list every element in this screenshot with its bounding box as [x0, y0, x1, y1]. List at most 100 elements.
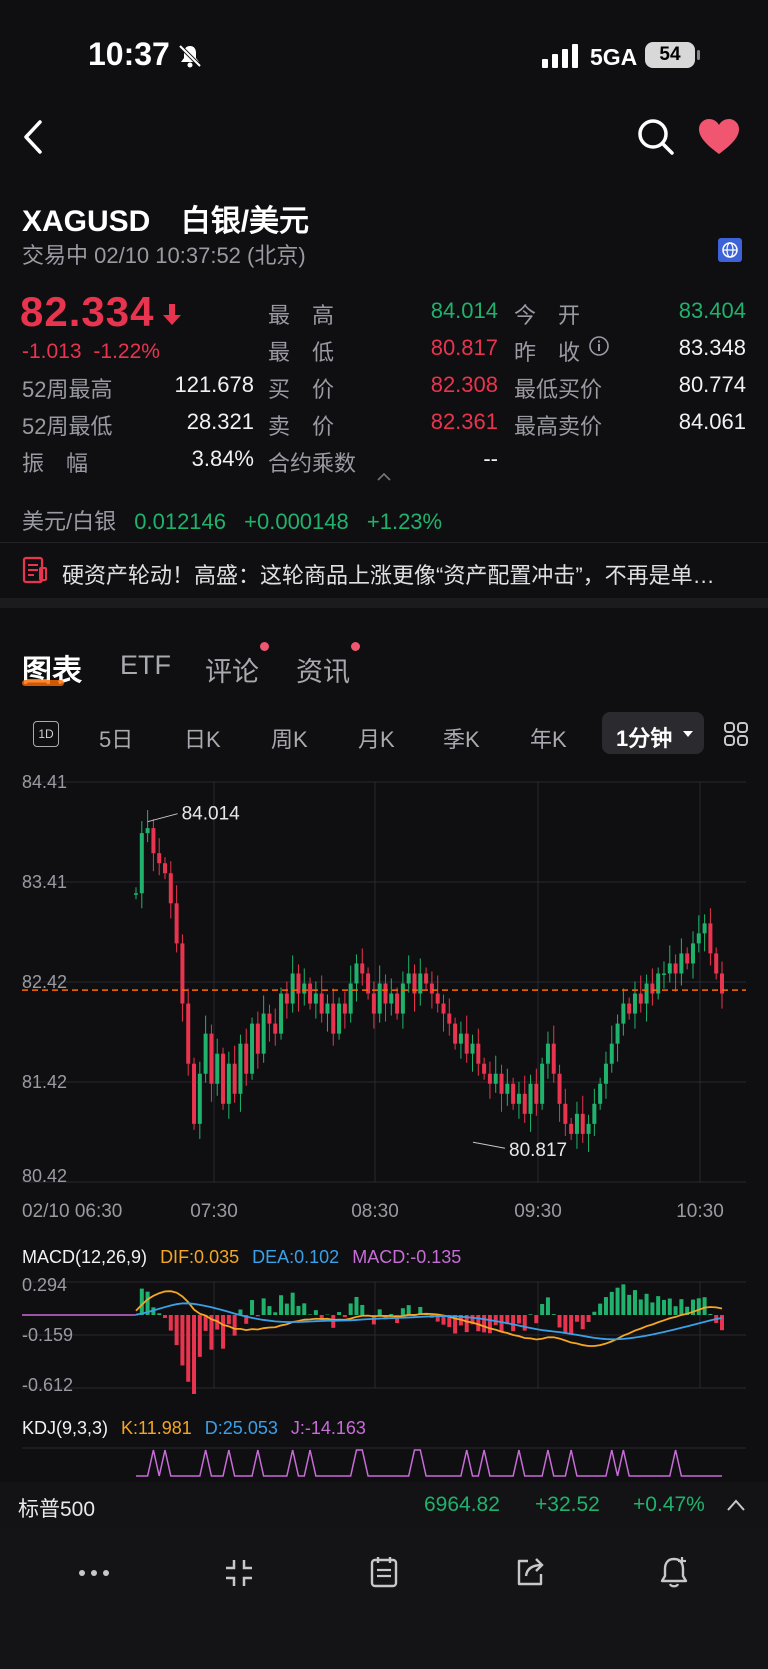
- ticker-name: 标普500: [18, 1498, 96, 1521]
- candle-body: [151, 828, 156, 854]
- macd-bar: [615, 1287, 620, 1315]
- highest-ask-value: 84.061: [678, 409, 746, 434]
- kdj-j: J:-14.163: [290, 1418, 366, 1438]
- candle-body: [540, 1063, 545, 1104]
- mute-bell-icon: [178, 44, 202, 68]
- multiplier-value: --: [483, 446, 498, 471]
- tab-etf[interactable]: ETF: [120, 650, 171, 681]
- y-tick-label: 83.41: [22, 872, 67, 892]
- battery-icon: 54: [645, 42, 695, 68]
- bid-value: 82.308: [430, 372, 498, 397]
- ticker-change: +32.52: [535, 1493, 600, 1516]
- macd-bar: [540, 1303, 545, 1315]
- candle-body: [134, 893, 138, 895]
- price-alert-bell-icon[interactable]: [659, 1554, 689, 1588]
- tab-underline: [22, 680, 64, 686]
- candle-body: [598, 1083, 603, 1104]
- candle-body: [238, 1043, 243, 1094]
- macd-bar: [197, 1315, 202, 1357]
- candle-body: [395, 993, 400, 1014]
- macd-bar: [656, 1296, 661, 1315]
- trading-status: 交易中 02/10 10:37:52 (北京): [22, 243, 306, 268]
- last-price: 82.334: [20, 288, 155, 335]
- candle-body: [267, 1013, 272, 1024]
- signal-icon: [542, 44, 578, 68]
- 52w-low-value: 28.321: [186, 409, 254, 434]
- grid-layout-icon[interactable]: [723, 721, 749, 747]
- macd-bar: [673, 1306, 678, 1315]
- share-icon[interactable]: [514, 1556, 546, 1588]
- low-value: 80.817: [430, 335, 498, 360]
- instrument-title: XAGUSD 白银/美元: [22, 196, 309, 240]
- candle-body: [470, 1043, 475, 1054]
- candle-body: [174, 903, 179, 944]
- price-chart[interactable]: 84.41 83.41 82.42 81.42 80.42 02/10 06:30 07:3…: [0, 765, 768, 1245]
- candle-body: [441, 1003, 446, 1014]
- x-tick-label: 09:30: [514, 1201, 562, 1222]
- candle-body: [557, 1073, 562, 1104]
- globe-icon[interactable]: [718, 238, 742, 262]
- more-icon[interactable]: [78, 1568, 110, 1578]
- tab-comments[interactable]: 评论: [205, 650, 259, 689]
- candle-body: [168, 873, 173, 904]
- candle-body: [505, 1083, 510, 1094]
- kdj-chart: [22, 1447, 746, 1477]
- collapse-chevron-icon[interactable]: [376, 472, 392, 482]
- macd-bar: [354, 1296, 359, 1315]
- index-ticker[interactable]: 标普500 6964.82 +32.52 +0.47%: [0, 1482, 768, 1528]
- back-icon[interactable]: [20, 118, 46, 156]
- macd-bar: [632, 1290, 637, 1315]
- high-callout-line: [147, 813, 178, 823]
- macd-bar: [360, 1304, 365, 1315]
- news-headline[interactable]: 硬资产轮动！高盛：这轮商品上涨更像“资产配置冲击”，不再是单…: [62, 558, 752, 590]
- macd-bar: [702, 1297, 707, 1315]
- tab-news[interactable]: 资讯: [296, 650, 350, 689]
- macd-bar: [180, 1315, 185, 1366]
- candle-body: [145, 828, 150, 834]
- day-1d-button[interactable]: 1D: [33, 721, 59, 747]
- notes-icon[interactable]: [369, 1556, 399, 1588]
- candle-body: [429, 983, 434, 994]
- interval-dropdown[interactable]: 1分钟: [602, 712, 704, 754]
- search-icon[interactable]: [637, 118, 675, 156]
- macd-bar: [157, 1313, 162, 1315]
- ktab-year[interactable]: 年K: [530, 722, 567, 754]
- macd-bar: [650, 1302, 655, 1315]
- battery-level: 54: [659, 44, 681, 65]
- y-tick-label: 80.42: [22, 1166, 67, 1186]
- news-divider: [0, 542, 768, 543]
- ktab-5d[interactable]: 5日: [99, 722, 133, 754]
- ktab-quarter[interactable]: 季K: [443, 722, 480, 754]
- candle-body: [313, 993, 318, 1004]
- cross-label: 美元/白银: [22, 509, 117, 534]
- candle-body: [290, 973, 295, 1004]
- macd-bar: [168, 1315, 173, 1331]
- macd-dea: DEA:0.102: [252, 1247, 340, 1267]
- ktab-month[interactable]: 月K: [358, 722, 395, 754]
- candle-body: [453, 1023, 458, 1044]
- favorite-heart-icon[interactable]: [698, 118, 740, 156]
- candle-body: [354, 963, 359, 984]
- candle-body: [319, 993, 324, 1014]
- status-bar: 10:37 5GA 54: [0, 0, 768, 90]
- macd-value: MACD:-0.135: [352, 1247, 462, 1267]
- info-icon[interactable]: [588, 335, 610, 357]
- expand-up-icon[interactable]: [726, 1498, 746, 1512]
- x-tick-label: 10:30: [676, 1201, 724, 1222]
- candle-body: [389, 993, 394, 1004]
- ktab-week[interactable]: 周K: [271, 722, 308, 754]
- cross-value: 0.012146: [134, 509, 227, 534]
- candle-body: [615, 1023, 620, 1044]
- macd-bar: [313, 1310, 318, 1315]
- collapse-fullscreen-icon[interactable]: [224, 1558, 254, 1588]
- candle-body: [331, 1003, 336, 1034]
- candle-body: [685, 953, 690, 964]
- macd-bar: [255, 1315, 260, 1317]
- macd-bar: [487, 1315, 492, 1334]
- ktab-day[interactable]: 日K: [184, 722, 221, 754]
- macd-bar: [308, 1314, 313, 1315]
- candle-body: [244, 1043, 249, 1074]
- candle-body: [696, 933, 701, 944]
- candle-body: [157, 853, 162, 864]
- kdj-k: K:11.981: [121, 1418, 192, 1438]
